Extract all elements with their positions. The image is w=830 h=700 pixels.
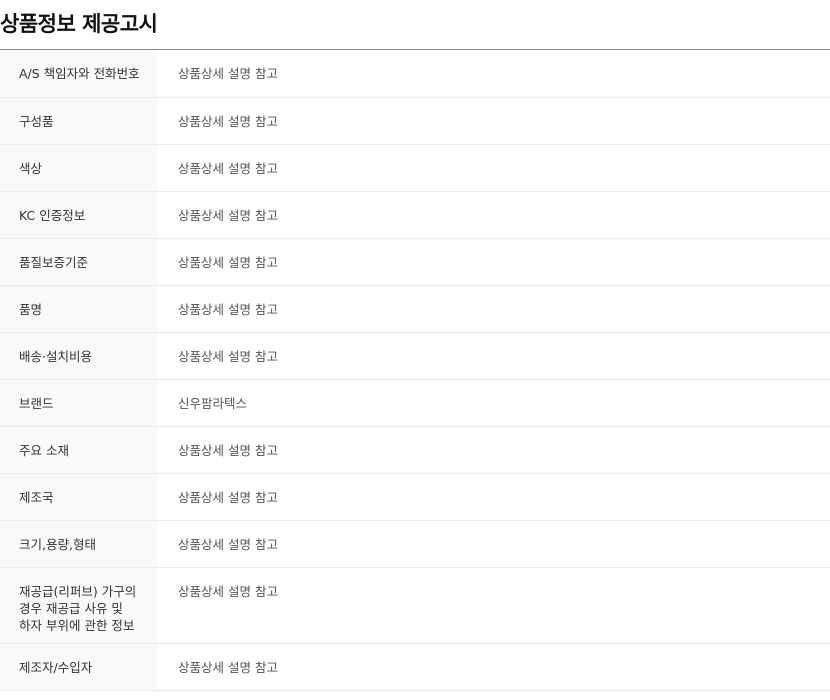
table-row: 제조자/수입자 상품상세 설명 참고 <box>0 643 830 690</box>
row-value: 상품상세 설명 참고 <box>178 301 278 317</box>
row-label: 배송·설치비용 <box>0 332 157 379</box>
row-value: 상품상세 설명 참고 <box>178 659 278 675</box>
table-row: 제조국 상품상세 설명 참고 <box>0 473 830 520</box>
table-row: 주요 소재 상품상세 설명 참고 <box>0 426 830 473</box>
table-row: 품명 상품상세 설명 참고 <box>0 285 830 332</box>
row-label: 색상 <box>0 144 157 191</box>
row-label: 제조국 <box>0 473 157 520</box>
row-label: 제조자/수입자 <box>0 643 157 690</box>
row-label: 구성품 <box>0 97 157 144</box>
row-label: 재공급(리퍼브) 가구의 경우 재공급 사유 및 하자 부위에 관한 정보 <box>0 567 157 643</box>
row-value: 상품상세 설명 참고 <box>178 489 278 505</box>
row-value: 상품상세 설명 참고 <box>178 66 278 81</box>
row-value: 상품상세 설명 참고 <box>178 113 278 129</box>
row-label: 크기,용량,형태 <box>0 520 157 567</box>
row-value: 신우팜라텍스 <box>178 395 248 411</box>
row-value: 상품상세 설명 참고 <box>178 207 278 223</box>
table-row: 크기,용량,형태 상품상세 설명 참고 <box>0 520 830 567</box>
row-label: KC 인증정보 <box>0 191 157 238</box>
row-value: 상품상세 설명 참고 <box>178 583 278 599</box>
table-row: 브랜드 신우팜라텍스 <box>0 379 830 426</box>
row-label: 품명 <box>0 285 157 332</box>
row-label: 품질보증기준 <box>0 238 157 285</box>
product-info-table: A/S 책임자와 전화번호 상품상세 설명 참고 구성품 상품상세 설명 참고 … <box>0 50 830 691</box>
row-value: 상품상세 설명 참고 <box>178 536 278 552</box>
row-value: 상품상세 설명 참고 <box>178 348 278 364</box>
table-row: 배송·설치비용 상품상세 설명 참고 <box>0 332 830 379</box>
row-value: 상품상세 설명 참고 <box>178 254 278 270</box>
row-value: 상품상세 설명 참고 <box>178 442 278 458</box>
row-label: 주요 소재 <box>0 426 157 473</box>
row-label: 브랜드 <box>0 379 157 426</box>
table-row: 구성품 상품상세 설명 참고 <box>0 97 830 144</box>
table-row: 재공급(리퍼브) 가구의 경우 재공급 사유 및 하자 부위에 관한 정보 상품… <box>0 567 830 643</box>
table-row: A/S 책임자와 전화번호 상품상세 설명 참고 <box>0 50 830 97</box>
table-row: 색상 상품상세 설명 참고 <box>0 144 830 191</box>
table-row: 품질보증기준 상품상세 설명 참고 <box>0 238 830 285</box>
row-label: A/S 책임자와 전화번호 <box>0 50 157 97</box>
page-title: 상품정보 제공고시 <box>0 12 158 36</box>
row-value: 상품상세 설명 참고 <box>178 160 278 176</box>
table-row: KC 인증정보 상품상세 설명 참고 <box>0 191 830 238</box>
